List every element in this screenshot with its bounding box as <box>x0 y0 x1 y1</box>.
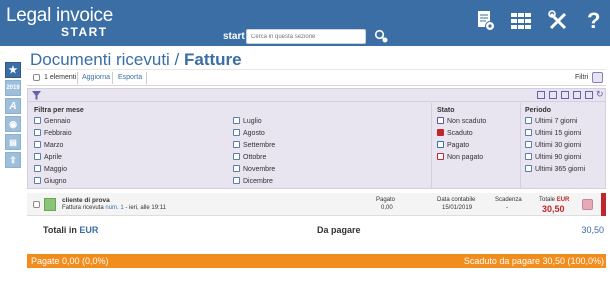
year-selector[interactable]: 2019 <box>5 80 21 96</box>
month-filter-apr[interactable]: Aprile <box>34 153 62 162</box>
update-button[interactable]: Aggiorna <box>82 74 110 81</box>
overdue-summary: Scaduto da pagare 30,50 (100,0%) <box>463 256 604 266</box>
settings-circle-icon[interactable]: ◉ <box>5 116 21 132</box>
total-label: Totale EUR <box>539 197 570 203</box>
filter-divider <box>431 103 432 189</box>
document-number[interactable]: num. 1 <box>105 205 123 211</box>
payment-status-bar: Pagate 0,00 (0,0%) Scaduto da pagare 30,… <box>27 254 606 268</box>
tools-icon[interactable] <box>548 10 568 32</box>
month-filter-feb[interactable]: Febbraio <box>34 129 72 138</box>
period-filter-30[interactable]: Ultimi 30 giorni <box>525 141 581 150</box>
accounting-date: 15/01/2019 <box>442 205 473 211</box>
start-label: start <box>223 31 245 42</box>
filter-divider <box>520 103 521 189</box>
period-filter-365[interactable]: Ultimi 365 giorni <box>525 165 585 174</box>
state-filter-not-expired[interactable]: Non scaduto <box>437 117 486 126</box>
month-filter-may[interactable]: Maggio <box>34 165 67 174</box>
toolbar-divider <box>112 72 113 84</box>
totals-row: Totali in EUR Da pagare 30,50 <box>27 222 606 240</box>
month-filter-sep[interactable]: Settembre <box>233 141 275 150</box>
favorites-star-icon[interactable]: ★ <box>5 62 21 78</box>
collapse-icon[interactable] <box>549 91 557 99</box>
document-icon <box>44 198 56 211</box>
refresh-icon[interactable]: ↻ <box>596 89 604 100</box>
logo-main-text: Legal invoice <box>6 5 114 26</box>
state-filter-expired[interactable]: Scaduto <box>437 129 473 138</box>
paid-summary: Pagate 0,00 (0,0%) <box>31 256 109 266</box>
period-filter-15[interactable]: Ultimi 15 giorni <box>525 129 581 138</box>
apps-grid-icon[interactable] <box>510 10 532 32</box>
upload-icon[interactable]: ⇪ <box>5 152 21 168</box>
export-button[interactable]: Esporta <box>118 74 142 81</box>
page-title-main: Fatture <box>184 50 242 69</box>
toolbar-divider <box>77 72 78 84</box>
month-filter-jun[interactable]: Giugno <box>34 177 67 186</box>
document-date-info: - ieri, alle 19:11 <box>125 205 166 211</box>
app-logo[interactable]: Legal invoice START <box>6 6 113 39</box>
accounting-date-label: Data contabile <box>437 197 476 203</box>
state-filter-header: Stato <box>437 107 455 114</box>
month-filter-header: Filtra per mese <box>34 107 84 114</box>
filter-panel: ↻ Filtra per mese Gennaio Febbraio Marzo… <box>27 88 606 189</box>
row-checkbox[interactable] <box>33 201 40 210</box>
period-filter-90[interactable]: Ultimi 90 giorni <box>525 153 581 162</box>
expand-icon[interactable] <box>537 91 545 99</box>
table-row[interactable]: cliente di prova Fattura ricevuta num. 1… <box>27 193 606 216</box>
font-a-icon[interactable]: A <box>5 98 21 114</box>
period-filter-header: Periodo <box>525 107 552 114</box>
month-filter-mar[interactable]: Marzo <box>34 141 63 150</box>
paid-value: 0,00 <box>381 205 393 211</box>
period-filter-7[interactable]: Ultimi 7 giorni <box>525 117 577 126</box>
document-received-label: Fattura ricevuta <box>62 205 104 211</box>
month-filter-nov[interactable]: Novembre <box>233 165 275 174</box>
totals-label: Totali in EUR <box>43 225 99 235</box>
logo-sub-text: START <box>61 25 108 39</box>
paid-label: Pagato <box>376 197 396 203</box>
page-title-prefix: Documenti ricevuti / <box>30 50 184 69</box>
overdue-strip <box>601 193 606 216</box>
list-view-icon[interactable] <box>585 91 593 99</box>
select-all-checkbox[interactable] <box>33 74 40 83</box>
document-settings-icon[interactable] <box>476 10 496 32</box>
row-settings-icon[interactable] <box>582 199 593 210</box>
due-label: Scadenza <box>495 197 522 203</box>
help-icon[interactable]: ? <box>587 10 603 32</box>
sort-icon[interactable] <box>573 91 581 99</box>
month-filter-dec[interactable]: Dicembre <box>233 177 273 186</box>
funnel-icon[interactable] <box>32 91 41 100</box>
filters-label: Filtri <box>575 74 589 81</box>
archive-icon[interactable]: ▤ <box>5 134 21 150</box>
item-count: 1 elementi <box>44 74 77 81</box>
month-filter-jan[interactable]: Gennaio <box>34 117 70 126</box>
calendar-icon[interactable] <box>561 91 569 99</box>
total-value: 30,50 <box>542 204 565 214</box>
side-toolbar: ★ 2019 A ◉ ▤ ⇪ <box>5 62 23 170</box>
client-name[interactable]: cliente di prova <box>62 197 110 204</box>
search-icon[interactable] <box>374 29 388 43</box>
filter-panel-bar: ↻ <box>28 89 605 102</box>
document-info: Fattura ricevuta num. 1 - ieri, alle 19:… <box>62 205 166 211</box>
due-value: - <box>506 205 508 211</box>
state-filter-paid[interactable]: Pagato <box>437 141 469 150</box>
to-pay-label: Da pagare <box>317 225 361 235</box>
search-input[interactable] <box>246 29 366 44</box>
page-title: Documenti ricevuti / Fatture <box>30 50 242 70</box>
app-header: Legal invoice START start ? <box>0 0 610 46</box>
filters-toggle-icon[interactable] <box>592 72 603 83</box>
state-filter-unpaid[interactable]: Non pagato <box>437 153 483 162</box>
toolbar-divider <box>146 72 147 84</box>
month-filter-aug[interactable]: Agosto <box>233 129 265 138</box>
to-pay-value: 30,50 <box>581 225 604 235</box>
month-filter-oct[interactable]: Ottobre <box>233 153 266 162</box>
month-filter-jul[interactable]: Luglio <box>233 117 262 126</box>
list-toolbar: 1 elementi Aggiorna Esporta Filtri <box>27 69 606 86</box>
